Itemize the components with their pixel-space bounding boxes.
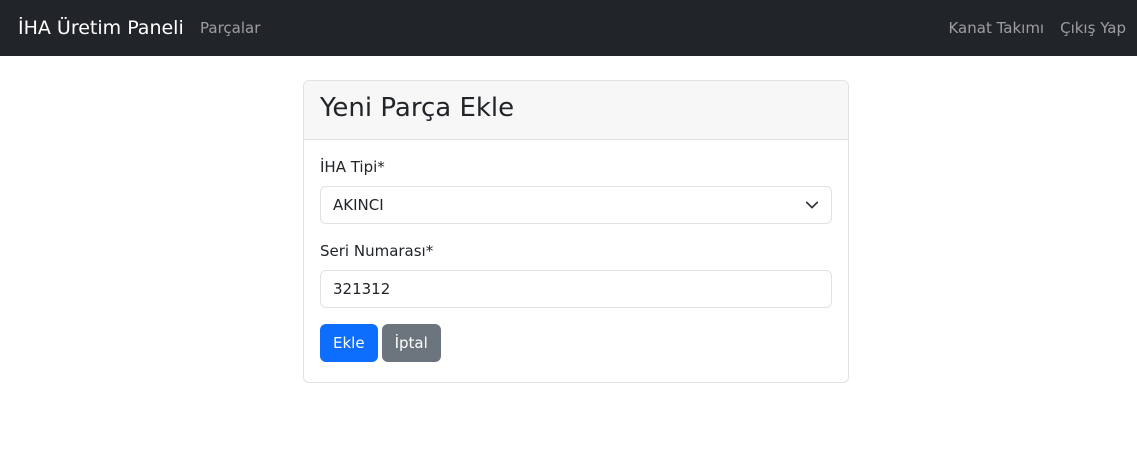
nav-link-logout[interactable]: Çıkış Yap — [1060, 18, 1126, 38]
form-actions: Ekle İptal — [320, 324, 832, 362]
navbar-right-group: Kanat Takımı Çıkış Yap — [948, 18, 1126, 38]
uav-type-select[interactable]: AKINCI — [320, 186, 832, 224]
navbar-brand[interactable]: İHA Üretim Paneli — [18, 15, 184, 41]
card-header: Yeni Parça Ekle — [304, 81, 848, 140]
top-navbar: İHA Üretim Paneli Parçalar Kanat Takımı … — [0, 0, 1137, 56]
serial-number-group: Seri Numarası* — [320, 240, 832, 308]
page-title: Yeni Parça Ekle — [320, 93, 515, 123]
serial-number-input[interactable] — [320, 270, 832, 308]
cancel-button[interactable]: İptal — [381, 324, 441, 362]
uav-type-select-wrapper: AKINCI — [320, 186, 832, 224]
nav-link-parts[interactable]: Parçalar — [200, 18, 260, 38]
add-button[interactable]: Ekle — [320, 324, 378, 362]
card-body: İHA Tipi* AKINCI Seri Numarası* Ekle İpt… — [304, 140, 848, 362]
nav-link-team[interactable]: Kanat Takımı — [948, 18, 1044, 38]
add-part-card: Yeni Parça Ekle İHA Tipi* AKINCI Seri Nu… — [303, 80, 849, 383]
uav-type-label: İHA Tipi* — [320, 158, 385, 176]
serial-number-label: Seri Numarası* — [320, 242, 434, 260]
